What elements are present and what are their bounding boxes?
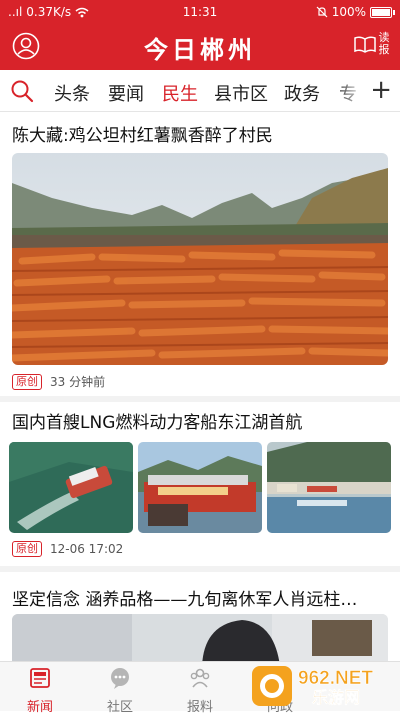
- original-badge: 原创: [12, 373, 42, 390]
- divider: [0, 566, 400, 572]
- mute-bell-icon: [316, 6, 328, 18]
- article-2-thumb-3[interactable]: [267, 442, 391, 533]
- tab-government[interactable]: 政务: [284, 80, 320, 106]
- article-1-title[interactable]: 陈大藏:鸡公坦村红薯飘香醉了村民: [12, 121, 273, 146]
- nav-report[interactable]: 报料: [170, 666, 230, 715]
- article-1-time: 33 分钟前: [50, 375, 106, 389]
- nav-community-label: 社区: [106, 700, 133, 715]
- article-2-title[interactable]: 国内首艘LNG燃料动力客船东江湖首航: [12, 408, 302, 433]
- article-2-thumb-2[interactable]: [138, 442, 262, 533]
- lake-town-photo: [267, 442, 391, 533]
- tab-headlines[interactable]: 头条: [54, 80, 90, 106]
- app-header: 今日郴州 读报: [0, 24, 400, 70]
- people-icon: [190, 668, 210, 688]
- channel-tabs: 头条 要闻 民生 县市区 政务 专 +: [0, 70, 400, 112]
- article-2-time: 12-06 17:02: [50, 542, 124, 556]
- nav-report-label: 报料: [186, 700, 213, 715]
- article-3-image[interactable]: [12, 614, 388, 666]
- watermark-sitename: 乐游网: [312, 688, 360, 707]
- tab-major-news[interactable]: 要闻: [108, 80, 144, 106]
- nav-news-label: 新闻: [26, 700, 53, 715]
- read-paper-button[interactable]: 读报: [354, 32, 390, 56]
- search-icon[interactable]: [10, 79, 34, 103]
- nav-community[interactable]: 社区: [90, 666, 150, 715]
- article-1-meta: 原创 33 分钟前: [12, 373, 105, 390]
- chat-bubble-icon: [111, 668, 129, 689]
- add-channel-button[interactable]: +: [370, 77, 392, 103]
- tabs-fade: [336, 70, 370, 111]
- article-2-meta: 原创 12-06 17:02: [12, 541, 123, 557]
- newspaper-icon: [30, 668, 50, 688]
- tab-counties[interactable]: 县市区: [214, 80, 268, 106]
- battery-icon: [370, 6, 395, 18]
- veteran-portrait-photo: [12, 614, 388, 666]
- article-3-title[interactable]: 坚定信念 涵养品格——九旬离休军人肖远柱…: [12, 585, 357, 610]
- open-book-icon: [354, 36, 376, 53]
- boat-on-lake-photo: [9, 442, 133, 533]
- divider: [0, 396, 400, 402]
- ferry-dock-photo: [138, 442, 262, 533]
- site-watermark: 962.NET 乐游网: [252, 666, 374, 707]
- status-bar: ..ıl 0.37K/s 11:31 100%: [0, 0, 400, 24]
- read-paper-label: 读报: [378, 31, 390, 56]
- tab-livelihood[interactable]: 民生: [162, 80, 198, 106]
- sweet-potato-drying-photo: [12, 153, 388, 365]
- article-2-thumb-1[interactable]: [9, 442, 133, 533]
- battery-percent: 100%: [331, 5, 366, 19]
- status-right: 100%: [316, 5, 395, 19]
- nav-news[interactable]: 新闻: [10, 666, 70, 715]
- app-logo: 今日郴州: [144, 35, 256, 64]
- original-badge: 原创: [12, 541, 42, 557]
- watermark-domain: 962.NET: [298, 668, 373, 689]
- article-1-image[interactable]: [12, 153, 388, 365]
